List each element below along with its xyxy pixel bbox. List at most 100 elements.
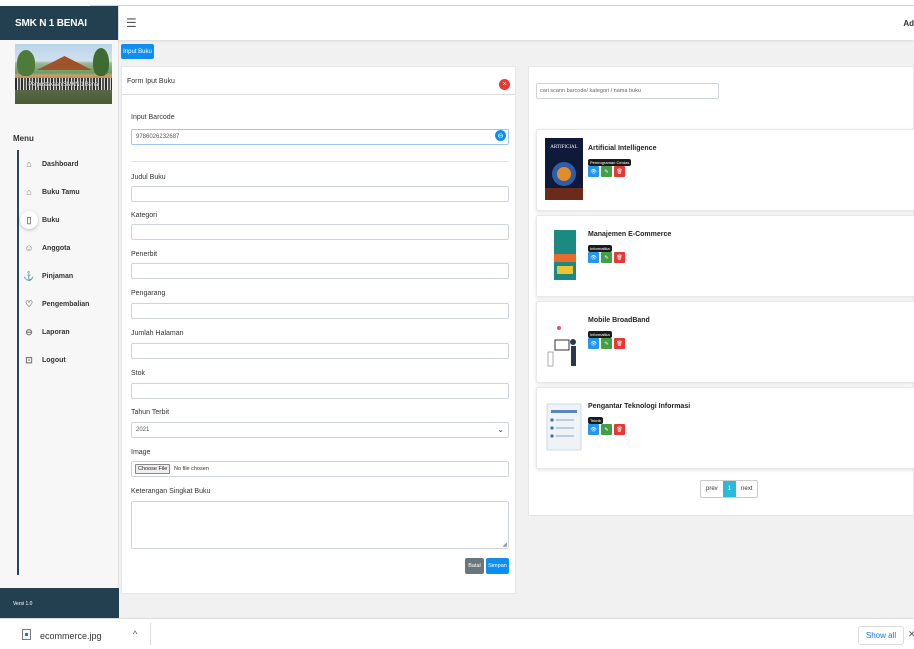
close-icon[interactable]: ×	[499, 79, 510, 90]
category-badge: Informatika	[588, 331, 612, 338]
download-file-name[interactable]: ecommerce.jpg	[40, 631, 102, 641]
sidebar-item-label: Pinjaman	[42, 272, 74, 280]
image-label: Image	[131, 449, 151, 456]
edit-icon[interactable]: ✎	[601, 338, 612, 349]
view-icon[interactable]: 👁	[588, 338, 599, 349]
sidebar-item-anggota[interactable]: ☺ Anggota	[22, 234, 117, 262]
book-card: Pengantar Teknologi Informasi Teknik 👁 ✎…	[536, 387, 914, 469]
stok-input[interactable]	[131, 383, 509, 399]
kategori-label: Kategori	[131, 212, 158, 219]
pager-page-1[interactable]: 1	[722, 481, 737, 497]
menu-divider	[17, 150, 19, 575]
pager-prev[interactable]: prev	[701, 481, 723, 497]
kategori-input[interactable]	[131, 224, 509, 240]
sidebar-item-label: Pengembalian	[42, 300, 90, 308]
edit-icon[interactable]: ✎	[601, 166, 612, 177]
logout-icon: ⊡	[25, 354, 33, 365]
user-icon: ☺	[24, 243, 34, 253]
book-title: Manajemen E-Commerce	[588, 231, 672, 238]
halaman-input[interactable]	[131, 343, 509, 359]
resize-grip-icon[interactable]: ◢	[502, 541, 507, 548]
sidebar-item-laporan[interactable]: ⊖ Laporan	[22, 318, 117, 346]
svg-text:ARTIFICIAL: ARTIFICIAL	[550, 145, 577, 150]
barcode-label: Input Barcode	[131, 114, 175, 121]
image-file-input[interactable]: Choose File No file chosen	[131, 461, 509, 477]
view-icon[interactable]: 👁	[588, 166, 599, 177]
tahun-value: 2021	[136, 427, 150, 433]
return-icon: ♡	[24, 298, 34, 309]
tahun-label: Tahun Terbit	[131, 409, 170, 416]
delete-icon[interactable]: 🗑	[614, 252, 625, 263]
sidebar-item-buku[interactable]: ▯ Buku	[20, 206, 117, 234]
book-card: Mobile BroadBand Informatika 👁 ✎ 🗑	[536, 301, 914, 383]
close-icon[interactable]: ✕	[908, 629, 914, 640]
edit-icon[interactable]: ✎	[601, 252, 612, 263]
show-all-button[interactable]: Show all	[858, 626, 904, 645]
search-placeholder: cari scann barcode/ kategori / nama buku	[540, 88, 641, 94]
book-icon: ▯	[20, 211, 38, 229]
stok-label: Stok	[131, 370, 146, 377]
sidebar-item-label: Laporan	[42, 328, 70, 336]
form-input-buku: Form Iput Buku × Input Barcode 978602623…	[121, 66, 516, 594]
download-divider	[150, 623, 151, 645]
brand-title: SMK N 1 BENAI	[0, 6, 118, 40]
sidebar-item-label: Logout	[42, 356, 66, 364]
keterangan-textarea[interactable]: ◢	[131, 501, 509, 549]
sidebar-item-pinjaman[interactable]: ⚓ Pinjaman	[22, 262, 117, 290]
scan-icon[interactable]: ⊖	[495, 130, 506, 141]
book-title: Mobile BroadBand	[588, 317, 650, 324]
judul-label: Judul Buku	[131, 174, 166, 181]
batal-button[interactable]: Batal	[465, 558, 484, 574]
user-menu[interactable]: Ad	[903, 19, 914, 28]
pagination: prev 1 next	[700, 480, 759, 498]
file-status: No file chosen	[174, 466, 209, 472]
keterangan-label: Keterangan Singkat Buku	[131, 488, 211, 495]
book-title: Pengantar Teknologi Informasi	[588, 403, 691, 410]
pengarang-input[interactable]	[131, 303, 509, 319]
sidebar-item-dashboard[interactable]: ⌂ Dashboard	[22, 150, 117, 178]
delete-icon[interactable]: 🗑	[614, 338, 625, 349]
view-icon[interactable]: 👁	[588, 252, 599, 263]
loan-icon: ⚓	[23, 270, 35, 281]
delete-icon[interactable]: 🗑	[614, 166, 625, 177]
sidebar-item-logout[interactable]: ⊡ Logout	[22, 346, 117, 374]
sidebar-item-buku-tamu[interactable]: ⌂ Buku Tamu	[22, 178, 117, 206]
delete-icon[interactable]: 🗑	[614, 424, 625, 435]
judul-input[interactable]	[131, 186, 509, 202]
choose-file-button[interactable]: Choose File	[135, 464, 171, 474]
halaman-label: Jumlah Halaman	[131, 330, 184, 337]
category-badge: Pemrograman Cerdas	[588, 159, 632, 166]
book-cover-image	[545, 310, 583, 372]
simpan-button[interactable]: Simpan	[486, 558, 509, 574]
chevron-up-icon[interactable]: ^	[133, 629, 137, 639]
penerbit-input[interactable]	[131, 263, 509, 279]
book-cover-image	[545, 224, 583, 286]
pager-next[interactable]: next	[736, 481, 757, 497]
version-label: Versi 1.0	[13, 601, 33, 607]
form-divider	[131, 161, 509, 162]
view-icon[interactable]: 👁	[588, 424, 599, 435]
sidebar-footer: Versi 1.0	[0, 588, 119, 618]
book-list-panel: cari scann barcode/ kategori / nama buku…	[528, 66, 914, 516]
sidebar-item-label: Anggota	[42, 244, 71, 252]
book-card: ARTIFICIAL Artificial Intelligence Pemro…	[536, 129, 914, 211]
book-cover-image	[545, 396, 583, 458]
input-buku-button[interactable]: Input Buku	[121, 44, 154, 59]
category-badge: Teknik	[588, 417, 604, 424]
download-bar: ecommerce.jpg ^ Show all ✕	[0, 618, 914, 649]
menu-label: Menu	[13, 134, 34, 143]
sidebar-item-label: Buku	[42, 216, 60, 224]
hamburger-icon[interactable]: ☰	[126, 16, 137, 30]
barcode-input[interactable]: 9786026232687	[131, 129, 509, 145]
penerbit-label: Penerbit	[131, 251, 158, 258]
search-input[interactable]: cari scann barcode/ kategori / nama buku	[536, 83, 719, 99]
pengarang-label: Pengarang	[131, 290, 166, 297]
form-title: Form Iput Buku	[127, 78, 175, 85]
tahun-select[interactable]: 2021 ⌄	[131, 422, 509, 438]
book-card: Manajemen E-Commerce Informatika 👁 ✎ 🗑	[536, 215, 914, 297]
edit-icon[interactable]: ✎	[601, 424, 612, 435]
banner-caption: Perpustakaan SMKN 1 Benai	[28, 82, 99, 88]
file-icon	[22, 629, 31, 640]
sidebar-item-label: Dashboard	[42, 160, 79, 168]
sidebar-item-pengembalian[interactable]: ♡ Pengembalian	[22, 290, 117, 318]
